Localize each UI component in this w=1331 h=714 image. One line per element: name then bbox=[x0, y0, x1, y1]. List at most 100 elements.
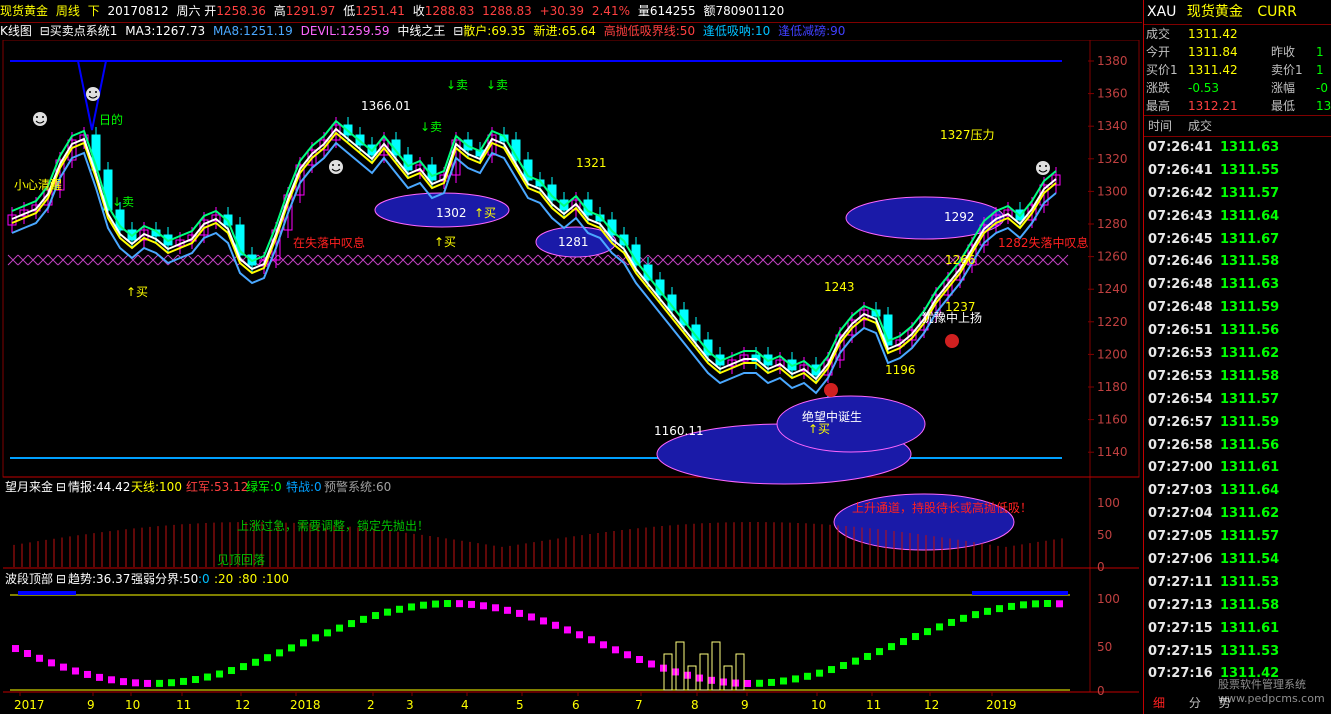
panel3-block bbox=[564, 626, 571, 634]
quote-value: 1311.42 bbox=[1188, 63, 1238, 77]
tick-row[interactable]: 07:27:15 1311.61 bbox=[1144, 618, 1331, 641]
tick-row[interactable]: 07:26:43 1311.64 bbox=[1144, 206, 1331, 229]
date-value: 20170812 bbox=[107, 4, 169, 18]
tick-row[interactable]: 07:26:57 1311.59 bbox=[1144, 412, 1331, 435]
devil-value: DEVIL:1259.59 bbox=[300, 24, 390, 38]
x-tick-label: 2018 bbox=[290, 698, 321, 712]
tick-row[interactable]: 07:27:04 1311.62 bbox=[1144, 503, 1331, 526]
chart-area[interactable]: 1380136013401320130012801260124012201200… bbox=[0, 40, 1142, 714]
panel3-toggle-icon[interactable]: ⊟ bbox=[56, 572, 66, 586]
ticks-list[interactable]: 07:26:41 1311.63 07:26:41 1311.55 07:26:42 13… bbox=[1144, 137, 1331, 686]
panel3-block bbox=[756, 679, 763, 687]
panel3-block bbox=[36, 654, 43, 662]
x-tick-label: 2019 bbox=[986, 698, 1017, 712]
y-tick-label: 1260 bbox=[1097, 250, 1128, 264]
panel3-block bbox=[372, 612, 379, 620]
buy-label: ↑买 bbox=[474, 206, 496, 220]
quote-value: 1311.84 bbox=[1188, 45, 1238, 59]
system-name[interactable]: 买卖点系统1 bbox=[50, 24, 118, 38]
tick-price: 1311.58 bbox=[1220, 368, 1280, 384]
detail-tab[interactable]: 细 bbox=[1153, 696, 1165, 710]
panel3-title[interactable]: 波段顶部 bbox=[5, 571, 53, 586]
tick-row[interactable]: 07:26:45 1311.67 bbox=[1144, 229, 1331, 252]
panel3-block bbox=[636, 656, 643, 664]
symbol-name[interactable]: 现货黄金 bbox=[0, 4, 48, 18]
hatch-mark bbox=[1047, 254, 1059, 266]
x-tick-label: 11 bbox=[176, 698, 191, 712]
tick-time: 07:26:53 bbox=[1148, 346, 1213, 362]
kline-title[interactable]: K线图 bbox=[0, 24, 32, 38]
tick-row[interactable]: 07:26:54 1311.57 bbox=[1144, 389, 1331, 412]
x-tick-label: 3 bbox=[406, 698, 414, 712]
tick-row[interactable]: 07:27:15 1311.53 bbox=[1144, 641, 1331, 664]
tick-row[interactable]: 07:27:05 1311.57 bbox=[1144, 526, 1331, 549]
label-1327: 1327压力 bbox=[940, 128, 995, 142]
system-toggle-icon[interactable]: ⊟ bbox=[40, 24, 50, 38]
tick-time: 07:26:41 bbox=[1148, 162, 1213, 178]
tick-row[interactable]: 07:26:51 1311.56 bbox=[1144, 320, 1331, 343]
panel3-block bbox=[228, 667, 235, 675]
tick-price: 1311.54 bbox=[1220, 552, 1280, 568]
hatch-mark bbox=[317, 254, 329, 266]
panel3-block bbox=[96, 673, 103, 681]
period-label[interactable]: 周线 bbox=[56, 4, 80, 18]
fen-tab[interactable]: 分 bbox=[1189, 696, 1201, 710]
x-tick-label: 2017 bbox=[14, 698, 45, 712]
tick-price: 1311.57 bbox=[1220, 391, 1280, 407]
hatch-mark bbox=[97, 254, 109, 266]
tick-row[interactable]: 07:27:06 1311.54 bbox=[1144, 549, 1331, 572]
quote-code: XAU bbox=[1147, 4, 1177, 20]
hatch-mark bbox=[757, 254, 769, 266]
tick-row[interactable]: 07:26:42 1311.57 bbox=[1144, 183, 1331, 206]
hatch-mark bbox=[487, 254, 499, 266]
panel3-block bbox=[948, 618, 955, 626]
sanhu-toggle-icon[interactable]: ⊟ bbox=[453, 24, 463, 38]
tick-row[interactable]: 07:27:03 1311.64 bbox=[1144, 480, 1331, 503]
panel3-block bbox=[144, 679, 151, 687]
period-arrow[interactable]: 下 bbox=[88, 4, 100, 18]
hatch-mark bbox=[867, 254, 879, 266]
tick-row[interactable]: 07:27:00 1311.61 bbox=[1144, 457, 1331, 480]
tick-row[interactable]: 07:26:48 1311.63 bbox=[1144, 274, 1331, 297]
panel3-block bbox=[516, 609, 523, 617]
tick-row[interactable]: 07:26:58 1311.56 bbox=[1144, 435, 1331, 458]
panel3-block bbox=[132, 679, 139, 687]
tick-time: 07:26:58 bbox=[1148, 437, 1213, 453]
panel3-block bbox=[192, 676, 199, 684]
tick-row[interactable]: 07:26:53 1311.62 bbox=[1144, 343, 1331, 366]
hatch-mark bbox=[857, 254, 869, 266]
y-tick-label: 1360 bbox=[1097, 87, 1128, 101]
panel3-l0: :0 bbox=[198, 572, 210, 586]
tick-time: 07:26:54 bbox=[1148, 391, 1213, 407]
hatch-mark bbox=[417, 254, 429, 266]
tick-row[interactable]: 07:27:11 1311.53 bbox=[1144, 572, 1331, 595]
panel3-title-bar: 波段顶部 ⊟ 趋势:36.37 强弱分界:50 :0 :20 :80 :100 bbox=[5, 571, 289, 586]
hatch-mark bbox=[187, 254, 199, 266]
panel3-block bbox=[1008, 602, 1015, 610]
quote-row: 最高 1312.21 最低 13 bbox=[1144, 97, 1331, 115]
tick-row[interactable]: 07:26:41 1311.63 bbox=[1144, 137, 1331, 160]
tick-row[interactable]: 07:26:46 1311.58 bbox=[1144, 251, 1331, 274]
hatch-mark bbox=[47, 254, 59, 266]
tick-row[interactable]: 07:26:41 1311.55 bbox=[1144, 160, 1331, 183]
x-tick-label: 10 bbox=[811, 698, 826, 712]
hatch-mark bbox=[217, 254, 229, 266]
hatch-mark bbox=[877, 254, 889, 266]
panel3-block bbox=[828, 666, 835, 674]
panel3-block bbox=[396, 605, 403, 613]
hatch-mark bbox=[447, 254, 459, 266]
tick-price: 1311.64 bbox=[1220, 483, 1280, 499]
tick-row[interactable]: 07:26:53 1311.58 bbox=[1144, 366, 1331, 389]
quote-label: 涨幅 bbox=[1271, 81, 1296, 95]
panel2-tianxian: 天线:100 bbox=[131, 480, 182, 494]
panel3-block bbox=[900, 638, 907, 646]
tick-row[interactable]: 07:26:48 1311.59 bbox=[1144, 297, 1331, 320]
panel2-y-label: 0 bbox=[1097, 560, 1105, 574]
tick-time: 07:27:13 bbox=[1148, 597, 1213, 613]
panel2-toggle-icon[interactable]: ⊟ bbox=[56, 480, 66, 494]
panel3-block bbox=[48, 659, 55, 667]
y-tick-label: 1320 bbox=[1097, 152, 1128, 166]
panel2-title[interactable]: 望月来金 bbox=[5, 479, 53, 494]
panel3-block bbox=[540, 617, 547, 625]
tick-row[interactable]: 07:27:13 1311.58 bbox=[1144, 595, 1331, 618]
